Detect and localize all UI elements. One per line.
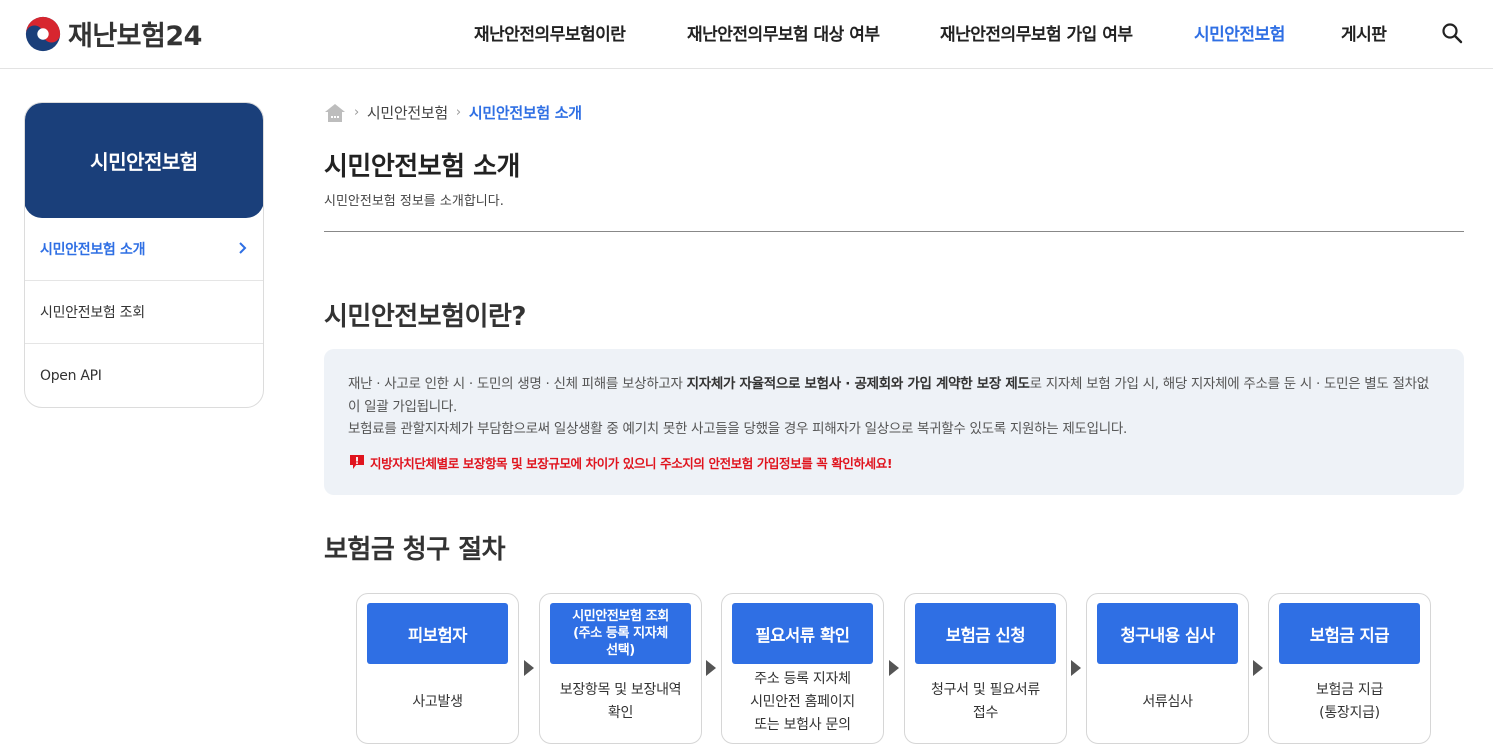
site-header: 재난보험24 재난안전의무보험이란 재난안전의무보험 대상 여부 재난안전의무보… — [0, 0, 1493, 69]
claim-step-title: 필요서류 확인 — [732, 603, 873, 664]
taegeuk-logo-icon — [25, 16, 61, 51]
claim-step-review: 청구내용 심사 서류심사 — [1086, 593, 1249, 744]
claim-step-payment: 보험금 지급 보험금 지급 (통장지급) — [1268, 593, 1431, 744]
claim-step-title: 시민안전보험 조회 (주소 등록 지자체 선택) — [550, 603, 691, 664]
nav-item-eligibility[interactable]: 재난안전의무보험 대상 여부 — [687, 20, 880, 45]
claim-step-desc: 서류심사 — [1142, 693, 1193, 710]
breadcrumb-separator-icon: › — [455, 105, 461, 120]
breadcrumb-current: 시민안전보험 소개 — [468, 104, 582, 122]
claim-step-desc: 사고발생 — [412, 693, 463, 710]
claim-step-title: 보험금 신청 — [915, 603, 1056, 664]
claim-step-insured: 피보험자 사고발생 — [356, 593, 519, 744]
page-title: 시민안전보험 소개 — [324, 152, 520, 182]
claim-step-desc: 보장항목 및 보장내역 확인 — [559, 682, 682, 721]
sidebar-item-label: 시민안전보험 조회 — [40, 305, 145, 321]
claim-step-documents: 필요서류 확인 주소 등록 지자체 시민안전 홈페이지 또는 보험사 문의 — [721, 593, 884, 744]
breadcrumb-separator-icon: › — [354, 105, 359, 120]
claim-step-title: 보험금 지급 — [1279, 603, 1420, 664]
sidebar-item-intro[interactable]: 시민안전보험 소개 — [25, 218, 263, 281]
triangle-right-icon — [889, 660, 899, 676]
home-icon[interactable] — [324, 103, 346, 123]
alert-icon — [350, 455, 364, 469]
triangle-right-icon — [706, 660, 716, 676]
breadcrumb: › 시민안전보험 › 시민안전보험 소개 — [324, 102, 582, 123]
claim-step-lookup: 시민안전보험 조회 (주소 등록 지자체 선택) 보장항목 및 보장내역 확인 — [539, 593, 702, 744]
search-icon[interactable] — [1441, 22, 1463, 44]
claim-step-title: 피보험자 — [367, 603, 508, 664]
intro-warning-text: 지방자치단체별로 보장항목 및 보장규모에 차이가 있으니 주소지의 안전보험 … — [370, 455, 893, 471]
intro-paragraph-2: 보험료를 관할지자체가 부담함으로써 일상생활 중 예기치 못한 사고들을 당했… — [348, 421, 1127, 437]
triangle-right-icon — [524, 660, 534, 676]
sidebar-item-label: 시민안전보험 소개 — [40, 242, 146, 258]
logo-text: 재난보험24 — [68, 21, 202, 52]
breadcrumb-item[interactable]: 시민안전보험 — [367, 102, 448, 123]
claim-step-desc: 청구서 및 필요서류 접수 — [931, 682, 1040, 721]
intro-info-box: 재난 · 사고로 인한 시 · 도민의 생명 · 신체 피해를 보상하고자 지자… — [324, 349, 1464, 495]
sidebar-item-open-api[interactable]: Open API — [25, 344, 263, 407]
claim-step-desc: 보험금 지급 (통장지급) — [1315, 682, 1384, 721]
nav-item-citizen-safety-insurance[interactable]: 시민안전보험 — [1194, 20, 1285, 45]
nav-item-enrollment[interactable]: 재난안전의무보험 가입 여부 — [940, 20, 1133, 45]
claim-step-title: 청구내용 심사 — [1097, 603, 1238, 664]
chevron-right-icon — [239, 242, 247, 254]
intro-section-title: 시민안전보험이란? — [324, 302, 526, 332]
triangle-right-icon — [1071, 660, 1081, 676]
sidebar-item-lookup[interactable]: 시민안전보험 조회 — [25, 281, 263, 344]
site-logo[interactable]: 재난보험24 — [24, 14, 202, 53]
page-subtitle: 시민안전보험 정보를 소개합니다. — [324, 194, 504, 209]
sidebar-title: 시민안전보험 — [90, 149, 198, 174]
title-divider — [324, 231, 1464, 232]
nav-item-board[interactable]: 게시판 — [1341, 20, 1387, 45]
intro-warning: 지방자치단체별로 보장항목 및 보장규모에 차이가 있으니 주소지의 안전보험 … — [348, 453, 1440, 472]
intro-paragraph-1: 재난 · 사고로 인한 시 · 도민의 생명 · 신체 피해를 보상하고자 지자… — [348, 376, 1429, 415]
triangle-right-icon — [1253, 660, 1263, 676]
sidebar: 시민안전보험 시민안전보험 소개 시민안전보험 조회 Open API — [24, 102, 264, 408]
sidebar-header: 시민안전보험 — [25, 103, 263, 218]
sidebar-item-label: Open API — [40, 367, 102, 384]
claim-section-title: 보험금 청구 절차 — [324, 535, 506, 565]
claim-step-desc: 주소 등록 지자체 시민안전 홈페이지 또는 보험사 문의 — [750, 670, 855, 733]
claim-step-apply: 보험금 신청 청구서 및 필요서류 접수 — [904, 593, 1067, 744]
nav-item-about-mandatory-insurance[interactable]: 재난안전의무보험이란 — [474, 20, 626, 45]
